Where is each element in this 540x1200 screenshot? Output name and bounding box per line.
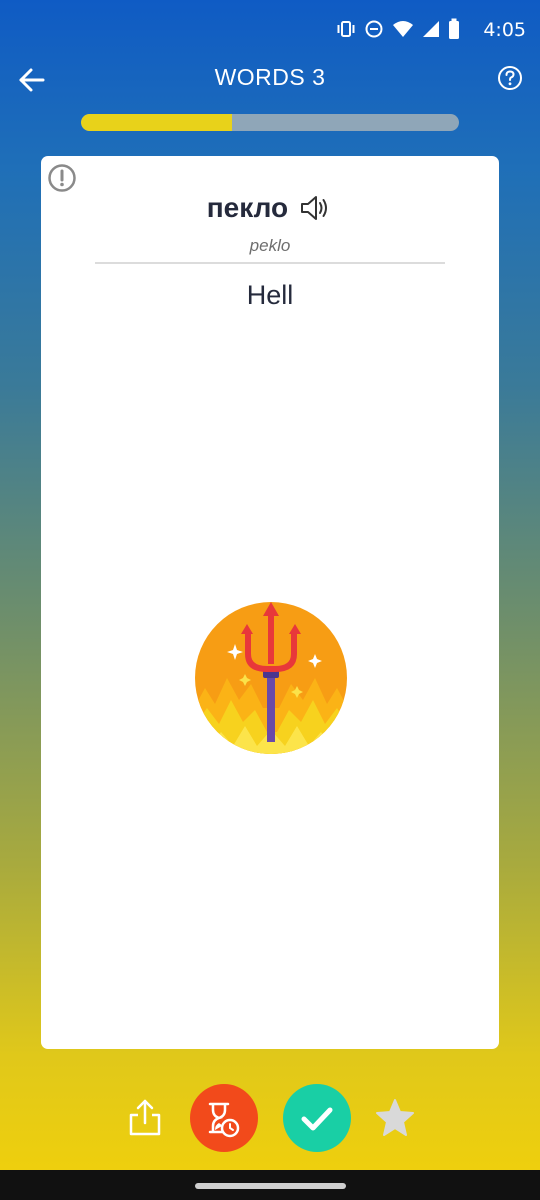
- signal-icon: [422, 19, 440, 39]
- speaker-icon: [301, 196, 328, 220]
- star-icon: [376, 1099, 414, 1136]
- do-not-disturb-icon: [364, 19, 384, 39]
- learn-later-button[interactable]: [190, 1084, 258, 1152]
- top-bar: WORDS 3: [0, 52, 540, 108]
- transliteration: peklo: [249, 236, 291, 255]
- checkmark-icon: [301, 1107, 333, 1131]
- status-time: 4:05: [483, 19, 526, 41]
- lesson-progress-bar: [81, 114, 459, 131]
- report-button[interactable]: [47, 163, 77, 193]
- status-icons: [336, 18, 460, 40]
- favorite-button[interactable]: [374, 1097, 416, 1137]
- exclamation-icon: [48, 164, 76, 192]
- page-title: WORDS 3: [214, 64, 326, 90]
- wifi-icon: [392, 19, 414, 39]
- home-gesture-handle[interactable]: [195, 1183, 346, 1189]
- question-mark-icon: [498, 66, 522, 90]
- know-word-button[interactable]: [283, 1084, 351, 1152]
- system-nav-bar: [0, 1170, 540, 1200]
- divider: [95, 262, 445, 264]
- word-row: пекло: [41, 192, 499, 224]
- translation: Hell: [246, 280, 294, 310]
- lesson-progress-fill: [81, 114, 233, 131]
- bottom-actions: [0, 1082, 540, 1154]
- foreign-word: пекло: [206, 192, 289, 223]
- share-icon: [129, 1099, 161, 1136]
- help-button[interactable]: [496, 64, 524, 92]
- play-audio-button[interactable]: [299, 193, 333, 223]
- flashcard: пекло peklo Hell: [41, 156, 499, 1049]
- battery-icon: [448, 18, 460, 40]
- status-bar: 4:05: [0, 0, 540, 60]
- vibrate-icon: [336, 19, 356, 39]
- share-button[interactable]: [126, 1097, 164, 1137]
- devil-trident-flames-icon: [193, 600, 349, 756]
- hourglass-clock-icon: [208, 1102, 240, 1138]
